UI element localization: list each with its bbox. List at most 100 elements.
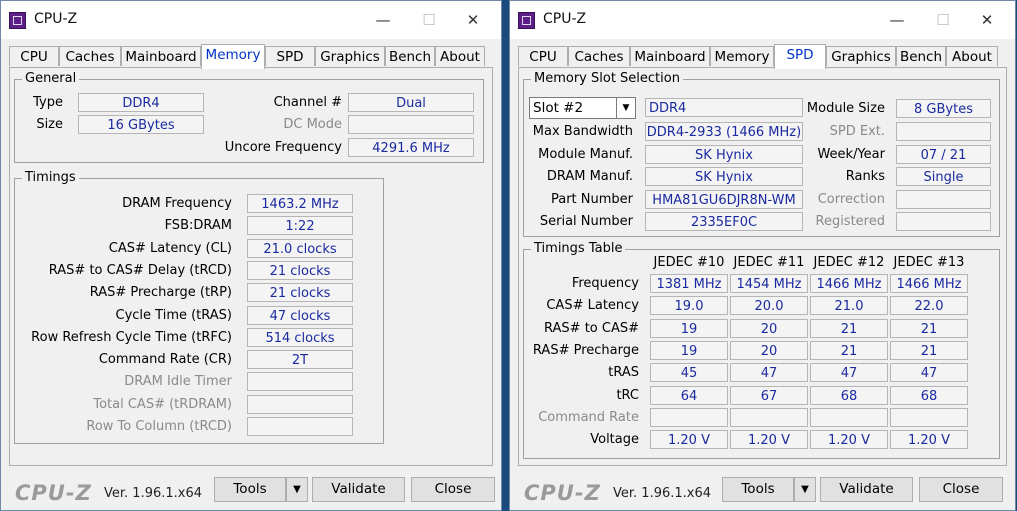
timing-value: 2T [247,350,353,370]
close-window-button[interactable]: ✕ [451,6,495,34]
tab-bench[interactable]: Bench [385,46,435,66]
timings-cell: 1466 MHz [890,274,968,293]
spd-panel: Memory Slot Selection Slot #2 ▼ DDR4 Max… [518,67,1007,466]
tab-caches[interactable]: Caches [59,46,121,66]
timing-label: Row Refresh Cycle Time (tRFC) [31,329,232,345]
tools-button[interactable]: Tools [214,477,286,502]
validate-button[interactable]: Validate [820,477,913,502]
timings-cell: 21 [810,318,888,338]
jedec-column-header: JEDEC #13 [893,255,965,270]
timings-cell: 47 [730,363,808,383]
module-size-value: 8 GBytes [896,99,991,118]
general-group: General Type DDR4 Size 16 GBytes Channel… [14,71,484,163]
max-bandwidth-value: DDR4-2933 (1466 MHz) [645,122,803,141]
timing-label: Command Rate (CR) [98,352,232,368]
cpuz-app-icon [518,12,535,29]
timings-cell: 1.20 V [810,430,888,450]
timings-cell: 1.20 V [890,430,968,450]
validate-button[interactable]: Validate [312,477,405,502]
size-label: Size [36,117,63,132]
timings-row-label: Frequency [571,276,639,291]
close-button[interactable]: Close [919,477,1003,502]
module-size-label: Module Size [806,101,885,116]
timings-row-label: CAS# Latency [546,298,639,314]
timing-value: 514 clocks [247,327,353,347]
dram-manuf-value: SK Hynix [645,167,803,186]
correction-label: Correction [817,192,885,207]
timings-cell: 67 [730,385,808,405]
minimize-button[interactable]: — [361,6,405,34]
module-manuf-value: SK Hynix [645,145,803,164]
tab-bench[interactable]: Bench [896,46,946,66]
timing-label: DRAM Frequency [122,196,232,211]
tab-mainboard[interactable]: Mainboard [630,46,710,66]
timings-row-label: RAS# to CAS# [544,320,639,336]
registered-label: Registered [815,214,886,229]
module-manuf-label: Module Manuf. [538,147,633,162]
timing-value: 21 clocks [247,260,353,280]
timing-label: Cycle Time (tRAS) [115,307,233,323]
tab-spd[interactable]: SPD [774,44,826,69]
week-year-value: 07 / 21 [896,145,991,164]
spd-ext-label: SPD Ext. [829,124,885,139]
channel-value: Dual [348,93,474,112]
minimize-button[interactable]: — [875,6,919,34]
timings-row-label: Command Rate [538,409,639,425]
timing-value: 1463.2 MHz [247,194,353,213]
tools-dropdown-button[interactable]: ▼ [794,477,816,502]
jedec-column-header: JEDEC #12 [813,255,885,270]
timings-row-label: tRC [616,387,639,403]
maximize-button[interactable]: ☐ [407,6,451,34]
timing-value [247,394,353,414]
part-number-value: HMA81GU6DJR8N-WM [645,190,803,209]
uncore-frequency-label: Uncore Frequency [224,140,342,155]
timings-cell: 20 [730,318,808,338]
dc-mode-value [348,115,474,134]
tab-cpu[interactable]: CPU [518,46,568,66]
timings-cell: 1454 MHz [730,274,808,293]
tools-dropdown-button[interactable]: ▼ [286,477,308,502]
tab-graphics[interactable]: Graphics [315,46,385,66]
module-type-value: DDR4 [645,98,803,117]
tab-about[interactable]: About [946,46,998,66]
timings-cell: 19 [650,318,728,338]
part-number-label: Part Number [550,192,633,207]
dram-manuf-label: DRAM Manuf. [546,169,633,184]
timings-cell: 21 [810,340,888,360]
timing-value: 47 clocks [247,305,353,325]
timings-cell: 47 [810,363,888,383]
tab-spd[interactable]: SPD [265,46,315,66]
timings-cell: 21 [890,318,968,338]
tab-mainboard[interactable]: Mainboard [121,46,201,66]
close-window-button[interactable]: ✕ [965,6,1009,34]
slot-select[interactable]: Slot #2 ▼ [529,97,636,119]
timings-cell [730,407,808,427]
tab-memory[interactable]: Memory [710,46,774,66]
correction-value [896,190,991,209]
cpuz-logo: CPU-Z [15,481,92,505]
timing-label: RAS# to CAS# Delay (tRCD) [48,262,232,278]
chevron-down-icon[interactable]: ▼ [616,98,635,118]
maximize-button[interactable]: ☐ [921,6,965,34]
size-value: 16 GBytes [78,115,204,134]
timings-table-group: Timings Table JEDEC #10 JEDEC #11 JEDEC #1… [523,241,1000,459]
timing-label: RAS# Precharge (tRP) [89,285,232,301]
uncore-frequency-value: 4291.6 MHz [348,138,474,157]
tools-button[interactable]: Tools [722,477,794,502]
tab-graphics[interactable]: Graphics [826,46,896,66]
timings-group-label: Timings [22,170,79,186]
timings-cell: 20.0 [730,296,808,316]
tab-caches[interactable]: Caches [568,46,630,66]
cpuz-app-icon [9,12,26,29]
close-button[interactable]: Close [411,477,495,502]
title-bar: CPU-Z — ☐ ✕ [510,1,1015,39]
timing-value [247,372,353,392]
tab-about[interactable]: About [435,46,485,66]
timing-label: DRAM Idle Timer [124,374,232,390]
tab-memory[interactable]: Memory [201,44,265,69]
timing-label: FSB:DRAM [164,218,232,234]
serial-number-label: Serial Number [539,214,633,229]
tab-cpu[interactable]: CPU [9,46,59,66]
timings-cell: 45 [650,363,728,383]
cpuz-logo: CPU-Z [524,481,601,505]
